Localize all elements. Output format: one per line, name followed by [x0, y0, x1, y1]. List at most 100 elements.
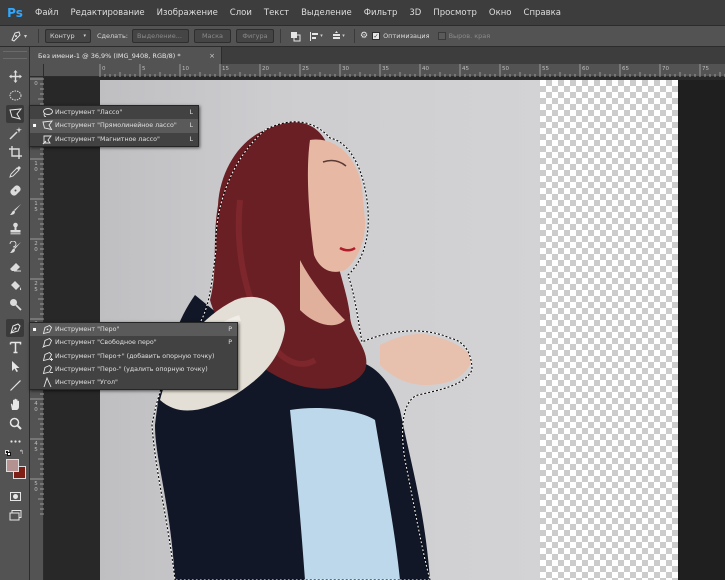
delete-anchor-point-icon: [39, 364, 55, 375]
flyout-item-convert-point[interactable]: Инструмент "Угол": [30, 376, 237, 389]
flyout-item-label: Инструмент "Угол": [55, 379, 118, 387]
transparent-canvas-area[interactable]: [540, 80, 678, 580]
document-tabs-bar: Без имени-1 @ 36,9% (IMG_9408, RGB/8) * …: [30, 47, 725, 64]
more-tools[interactable]: [6, 432, 24, 450]
history-brush-tool[interactable]: [6, 238, 24, 256]
pen-icon: [9, 322, 21, 334]
crop-tool[interactable]: [6, 143, 24, 161]
flyout-item-label: Инструмент "Лассо": [55, 109, 123, 117]
flyout-item-add-anchor-point[interactable]: Инструмент "Перо+" (добавить опорную точ…: [30, 350, 237, 363]
tools-panel: ↰: [0, 47, 30, 580]
quick-mask-button[interactable]: [6, 487, 24, 505]
swap-colors-icon[interactable]: ↰: [19, 449, 24, 456]
ellipsis-icon: [9, 439, 21, 443]
make-label: Сделать:: [97, 32, 128, 40]
toolbar-grip[interactable]: [3, 51, 27, 59]
ruler-tick-label: 10: [182, 66, 189, 72]
default-colors-icon[interactable]: [5, 450, 12, 457]
magic-wand-icon: [8, 126, 22, 140]
ruler-tick-label: 20: [262, 66, 269, 72]
eraser-tool[interactable]: [6, 257, 24, 275]
gear-icon[interactable]: ⚙: [360, 31, 368, 41]
dodge-tool[interactable]: [6, 295, 24, 313]
menu-view[interactable]: Просмотр: [427, 8, 483, 18]
foreground-color-swatch[interactable]: [6, 459, 19, 472]
optimization-label: Оптимизация: [383, 32, 430, 40]
ruler-tick-label: 55: [542, 66, 549, 72]
horizontal-ruler[interactable]: 05101520253035404550556065707580: [44, 64, 725, 77]
pen-tool[interactable]: [6, 319, 24, 337]
type-tool[interactable]: [6, 338, 24, 356]
screen-mode-button[interactable]: [6, 506, 24, 524]
path-selection-tool[interactable]: [6, 357, 24, 375]
healing-brush-tool[interactable]: [6, 181, 24, 199]
ruler-tick-label: 0: [34, 81, 38, 87]
eraser-icon: [9, 262, 21, 271]
polygonal-lasso-icon: [8, 107, 22, 120]
ruler-tick-label: 4 0: [34, 401, 38, 413]
zoom-tool[interactable]: [6, 414, 24, 432]
dodge-icon: [9, 298, 22, 311]
pen-tool-preset-icon[interactable]: ▾: [10, 30, 32, 42]
path-alignment-icon[interactable]: ▾: [305, 31, 327, 42]
flyout-item-lasso[interactable]: Инструмент "Лассо" L: [30, 106, 198, 119]
menu-edit[interactable]: Редактирование: [64, 8, 150, 18]
ruler-tick-label: 45: [462, 66, 469, 72]
flyout-item-freeform-pen[interactable]: Инструмент "Свободное перо" P: [30, 336, 237, 349]
ruler-tick-label: 70: [662, 66, 669, 72]
menu-help[interactable]: Справка: [518, 8, 567, 18]
quick-mask-icon: [9, 491, 21, 501]
document-tab[interactable]: Без имени-1 @ 36,9% (IMG_9408, RGB/8) * …: [30, 47, 222, 64]
mask-button[interactable]: Маска: [193, 29, 231, 43]
flyout-item-delete-anchor-point[interactable]: Инструмент "Перо-" (удалить опорную точк…: [30, 363, 237, 376]
line-tool[interactable]: [6, 376, 24, 394]
selected-indicator: ▪: [32, 326, 37, 334]
menu-filter[interactable]: Фильтр: [358, 8, 404, 18]
magnetic-lasso-icon: [39, 134, 55, 145]
path-operations-icon[interactable]: [287, 31, 305, 42]
flyout-item-label: Инструмент "Прямолинейное лассо": [55, 122, 177, 130]
move-tool[interactable]: [6, 67, 24, 85]
lasso-icon: [39, 107, 55, 118]
ruler-tick-label: 40: [422, 66, 429, 72]
paint-bucket-tool[interactable]: [6, 276, 24, 294]
eyedropper-tool[interactable]: [6, 162, 24, 180]
marquee-tool[interactable]: [6, 86, 24, 104]
flyout-item-pen[interactable]: ▪ Инструмент "Перо" P: [30, 323, 237, 337]
lasso-tools-flyout: Инструмент "Лассо" L ▪ Инструмент "Прямо…: [29, 105, 199, 147]
path-arrangement-icon[interactable]: ▾: [327, 30, 349, 42]
menu-type[interactable]: Текст: [258, 8, 295, 18]
ruler-tick-label: 1 0: [34, 161, 38, 173]
document-tab-title: Без имени-1 @ 36,9% (IMG_9408, RGB/8) *: [38, 51, 181, 60]
align-edges-checkbox[interactable]: [437, 32, 446, 40]
add-anchor-point-icon: [39, 351, 55, 362]
clone-stamp-tool[interactable]: [6, 219, 24, 237]
close-icon[interactable]: ×: [209, 52, 215, 60]
optimization-checkbox[interactable]: ✓: [372, 32, 381, 40]
magnifier-icon: [9, 417, 22, 430]
hand-tool[interactable]: [6, 395, 24, 413]
flyout-item-polygonal-lasso[interactable]: ▪ Инструмент "Прямолинейное лассо" L: [30, 119, 198, 133]
ruler-tick-label: 2 5: [34, 281, 38, 293]
flyout-item-magnetic-lasso[interactable]: Инструмент "Магнитное лассо" L: [30, 133, 198, 146]
menu-image[interactable]: Изображение: [151, 8, 224, 18]
mode-select[interactable]: Контур ▾: [45, 29, 91, 43]
menu-3d[interactable]: 3D: [403, 8, 427, 18]
selection-button-label: Выделение...: [136, 32, 182, 40]
menu-file[interactable]: Файл: [27, 8, 64, 18]
mask-button-label: Маска: [201, 32, 224, 40]
shape-button[interactable]: Фигура: [235, 29, 274, 43]
menu-select[interactable]: Выделение: [295, 8, 358, 18]
ruler-origin[interactable]: [30, 64, 44, 77]
freeform-pen-icon: [39, 337, 55, 349]
menu-layers[interactable]: Слои: [224, 8, 258, 18]
shortcut-key: L: [189, 109, 193, 117]
paint-bucket-icon: [10, 280, 21, 290]
menu-window[interactable]: Окно: [483, 8, 518, 18]
flyout-item-label: Инструмент "Перо-" (удалить опорную точк…: [55, 366, 208, 374]
shortcut-key: P: [228, 339, 232, 347]
selection-button[interactable]: Выделение...: [131, 29, 189, 43]
brush-tool[interactable]: [6, 200, 24, 218]
magic-wand-tool[interactable]: [6, 124, 24, 142]
lasso-tool[interactable]: [6, 105, 24, 123]
